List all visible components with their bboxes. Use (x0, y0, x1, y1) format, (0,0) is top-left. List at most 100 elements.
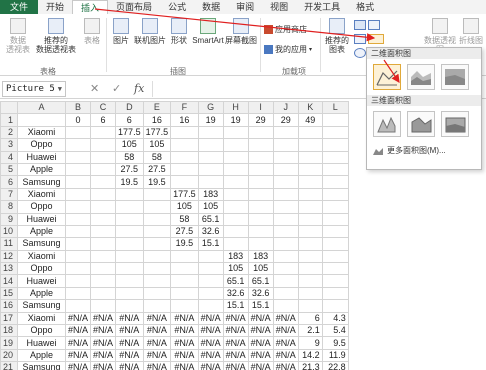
cell[interactable] (321, 162, 349, 177)
cell[interactable] (247, 224, 274, 239)
column-header[interactable]: A (17, 100, 67, 115)
row-header[interactable]: 19 (0, 336, 19, 350)
cell[interactable] (170, 150, 199, 164)
cell[interactable]: 105 (247, 262, 274, 276)
cell[interactable] (197, 299, 224, 313)
cell[interactable]: Oppo (17, 138, 67, 152)
cell[interactable] (272, 125, 299, 140)
cell[interactable]: Huawei (17, 336, 67, 350)
cell[interactable]: #N/A (272, 336, 299, 350)
cancel-icon[interactable]: ✕ (90, 81, 99, 97)
row-header[interactable]: 1 (0, 113, 19, 127)
row-header[interactable]: 17 (0, 311, 19, 326)
cell[interactable]: 58 (115, 150, 144, 164)
cell[interactable]: Apple (17, 348, 67, 363)
cell[interactable] (321, 150, 349, 164)
column-header[interactable]: D (115, 100, 144, 115)
cell[interactable]: 32.6 (197, 224, 224, 239)
cell[interactable]: 105 (115, 138, 144, 152)
cell[interactable] (297, 125, 323, 140)
cell[interactable] (65, 138, 92, 152)
cell[interactable]: #N/A (197, 336, 224, 350)
cell[interactable]: 65.1 (197, 212, 224, 226)
cell[interactable] (170, 125, 199, 140)
cell[interactable] (90, 212, 117, 226)
cell[interactable] (170, 274, 199, 288)
cell[interactable]: #N/A (90, 324, 117, 338)
cell[interactable]: Samsung (17, 237, 67, 251)
cell[interactable]: Huawei (17, 150, 67, 164)
cell[interactable] (197, 162, 224, 177)
cell[interactable]: 32.6 (222, 286, 249, 301)
cell[interactable]: 6 (90, 113, 117, 127)
column-chart-icon[interactable] (354, 20, 366, 30)
cell[interactable] (321, 138, 349, 152)
cell[interactable] (197, 274, 224, 288)
cell[interactable]: 29 (272, 113, 299, 127)
cell[interactable]: #N/A (197, 348, 224, 363)
cell[interactable] (297, 286, 323, 301)
cell[interactable]: #N/A (222, 336, 249, 350)
cell[interactable]: Xiaomi (17, 311, 67, 326)
cell[interactable] (170, 286, 199, 301)
cell[interactable]: Oppo (17, 324, 67, 338)
column-header[interactable]: G (197, 100, 224, 115)
3d-percent-area-chart-option[interactable] (441, 111, 469, 137)
cell[interactable]: #N/A (65, 361, 92, 370)
cell[interactable]: #N/A (115, 348, 144, 363)
cell[interactable]: #N/A (65, 324, 92, 338)
cell[interactable]: #N/A (90, 348, 117, 363)
cell[interactable] (272, 249, 299, 264)
row-header[interactable]: 15 (0, 286, 19, 301)
cell[interactable]: 65.1 (247, 274, 274, 288)
cell[interactable] (297, 187, 323, 202)
pie-chart-icon[interactable] (354, 48, 366, 58)
cell[interactable]: #N/A (115, 311, 144, 326)
cell[interactable] (247, 162, 274, 177)
cell[interactable] (297, 175, 323, 189)
3d-area-chart-option[interactable] (373, 111, 401, 137)
cell[interactable]: #N/A (247, 336, 274, 350)
cell[interactable] (247, 138, 274, 152)
cell[interactable]: 105 (142, 138, 172, 152)
cell[interactable] (222, 187, 249, 202)
smartart-button[interactable]: SmartArt (190, 18, 226, 45)
cell[interactable]: 15.1 (247, 299, 274, 313)
cell[interactable]: 14.2 (297, 348, 323, 363)
cell[interactable]: 27.5 (115, 162, 144, 177)
cell[interactable] (222, 138, 249, 152)
cell[interactable]: #N/A (142, 324, 172, 338)
cell[interactable] (272, 175, 299, 189)
cell[interactable]: #N/A (115, 324, 144, 338)
cell[interactable]: #N/A (65, 311, 92, 326)
cell[interactable] (247, 200, 274, 214)
cell[interactable] (65, 299, 92, 313)
cell[interactable] (321, 249, 349, 264)
row-header[interactable]: 5 (0, 162, 19, 177)
cell[interactable]: 16 (170, 113, 199, 127)
cell[interactable] (272, 138, 299, 152)
row-header[interactable]: 16 (0, 299, 19, 313)
cell[interactable] (321, 224, 349, 239)
cell[interactable] (170, 175, 199, 189)
cell[interactable] (90, 162, 117, 177)
cell[interactable] (321, 187, 349, 202)
cell[interactable]: #N/A (142, 348, 172, 363)
cell[interactable] (142, 237, 172, 251)
cell[interactable] (142, 212, 172, 226)
line-chart-icon[interactable] (354, 34, 366, 44)
cell[interactable]: 6 (297, 311, 323, 326)
formula-input[interactable] (152, 81, 382, 97)
table-button[interactable]: 表格 (80, 18, 104, 45)
cell[interactable]: #N/A (170, 348, 199, 363)
cell[interactable]: 19.5 (115, 175, 144, 189)
cell[interactable] (90, 274, 117, 288)
cell[interactable] (247, 237, 274, 251)
cell[interactable]: 5.4 (321, 324, 349, 338)
cell[interactable]: #N/A (170, 336, 199, 350)
cell[interactable] (272, 237, 299, 251)
cell[interactable] (90, 249, 117, 264)
row-header[interactable]: 9 (0, 212, 19, 226)
cell[interactable] (297, 212, 323, 226)
cell[interactable]: 15.1 (222, 299, 249, 313)
